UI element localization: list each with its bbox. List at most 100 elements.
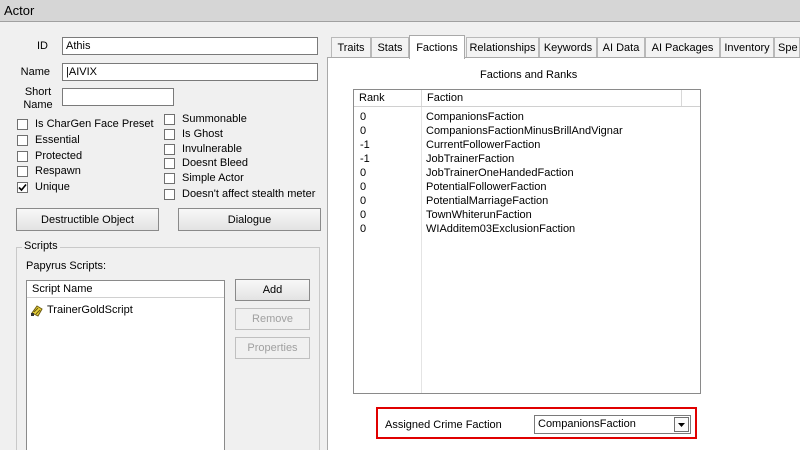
tab-factions[interactable]: Factions xyxy=(409,35,465,59)
table-row[interactable]: 0 CompanionsFaction xyxy=(354,110,700,124)
rank-cell: 0 xyxy=(360,167,367,179)
tab-inventory[interactable]: Inventory xyxy=(720,37,774,58)
rank-cell: 0 xyxy=(360,181,367,193)
checkmark-icon[interactable] xyxy=(17,182,28,193)
table-row[interactable]: -1 CurrentFollowerFaction xyxy=(354,138,700,152)
tab-strip: Traits Stats Factions Relationships Keyw… xyxy=(327,35,800,59)
tab-ai-packages[interactable]: AI Packages xyxy=(645,37,720,58)
checkbox-doesnt-bleed[interactable]: Doesnt Bleed xyxy=(164,157,324,172)
checkbox-label: Respawn xyxy=(35,165,81,177)
checkbox-protected[interactable]: Protected xyxy=(17,150,167,165)
faction-cell: CompanionsFaction xyxy=(426,111,524,123)
assigned-crime-faction-label: Assigned Crime Faction xyxy=(385,419,502,431)
destructible-object-button[interactable]: Destructible Object xyxy=(16,208,159,231)
rank-cell: -1 xyxy=(360,139,370,151)
checkbox-box[interactable] xyxy=(164,144,175,155)
checkbox-label: Essential xyxy=(35,134,80,146)
flags-left: Is CharGen Face Preset Essential Protect… xyxy=(17,118,167,198)
short-name-label: Short Name xyxy=(23,86,53,112)
factions-table[interactable]: Rank Faction 0 CompanionsFaction 0 Compa… xyxy=(353,89,701,394)
scripts-list[interactable]: Script Name TrainerGoldScript xyxy=(26,280,225,450)
window-titlebar: Actor xyxy=(0,0,800,22)
tab-stats[interactable]: Stats xyxy=(371,37,409,58)
id-field[interactable]: Athis xyxy=(62,37,318,55)
checkbox-box[interactable] xyxy=(17,151,28,162)
checkbox-simple-actor[interactable]: Simple Actor xyxy=(164,172,324,187)
properties-button[interactable]: Properties xyxy=(235,337,310,359)
tab-traits[interactable]: Traits xyxy=(331,37,371,58)
checkbox-summonable[interactable]: Summonable xyxy=(164,113,324,128)
checkbox-respawn[interactable]: Respawn xyxy=(17,165,167,180)
chevron-down-icon xyxy=(678,422,685,427)
id-label: ID xyxy=(37,40,48,52)
checkbox-invulnerable[interactable]: Invulnerable xyxy=(164,143,324,158)
table-row[interactable]: 0 PotentialMarriageFaction xyxy=(354,194,700,208)
rank-column-header[interactable]: Rank xyxy=(354,90,422,106)
rank-cell: 0 xyxy=(360,209,367,221)
rank-cell: 0 xyxy=(360,195,367,207)
checkbox-box[interactable] xyxy=(164,129,175,140)
table-row[interactable]: 0 CompanionsFactionMinusBrillAndVignar xyxy=(354,124,700,138)
scripts-group-title: Scripts xyxy=(22,240,60,252)
table-row[interactable]: 0 JobTrainerOneHandedFaction xyxy=(354,166,700,180)
short-name-label-line2: Name xyxy=(23,99,53,111)
tab-keywords[interactable]: Keywords xyxy=(539,37,597,58)
window-title: Actor xyxy=(4,3,35,18)
checkbox-essential[interactable]: Essential xyxy=(17,134,167,149)
chevron-down-icon[interactable] xyxy=(674,417,689,432)
checkbox-is-ghost[interactable]: Is Ghost xyxy=(164,128,324,143)
name-field[interactable]: |AIVIX xyxy=(62,63,318,81)
checkbox-doesnt-affect-stealth[interactable]: Doesn't affect stealth meter xyxy=(164,188,324,203)
remove-script-button[interactable]: Remove xyxy=(235,308,310,330)
rank-cell: -1 xyxy=(360,153,370,165)
faction-cell: JobTrainerOneHandedFaction xyxy=(426,167,574,179)
faction-cell: TownWhiterunFaction xyxy=(426,209,532,221)
checkbox-box[interactable] xyxy=(164,189,175,200)
table-row[interactable]: 0 PotentialFollowerFaction xyxy=(354,180,700,194)
table-row[interactable]: -1 JobTrainerFaction xyxy=(354,152,700,166)
dialogue-button[interactable]: Dialogue xyxy=(178,208,321,231)
table-row[interactable]: 0 TownWhiterunFaction xyxy=(354,208,700,222)
tab-ai-data[interactable]: AI Data xyxy=(597,37,645,58)
script-scroll-icon xyxy=(31,305,43,317)
checkbox-label: Unique xyxy=(35,181,70,193)
checkbox-box[interactable] xyxy=(17,119,28,130)
checkbox-label: Doesn't affect stealth meter xyxy=(182,188,316,200)
checkbox-unique[interactable]: Unique xyxy=(17,181,167,196)
add-script-button[interactable]: Add xyxy=(235,279,310,301)
crime-faction-dropdown[interactable]: CompanionsFaction xyxy=(534,415,691,434)
faction-cell: PotentialFollowerFaction xyxy=(426,181,547,193)
checkbox-box[interactable] xyxy=(17,166,28,177)
list-item[interactable]: TrainerGoldScript xyxy=(31,303,221,319)
rank-cell: 0 xyxy=(360,111,367,123)
faction-cell: JobTrainerFaction xyxy=(426,153,515,165)
tab-relationships[interactable]: Relationships xyxy=(466,37,539,58)
checkbox-box[interactable] xyxy=(164,114,175,125)
flags-right: Summonable Is Ghost Invulnerable Doesnt … xyxy=(164,113,324,205)
checkbox-label: Invulnerable xyxy=(182,143,242,155)
name-label: Name xyxy=(20,66,50,78)
checkbox-box[interactable] xyxy=(164,158,175,169)
tab-spells-partial[interactable]: Spe xyxy=(774,37,800,58)
faction-column-header[interactable]: Faction xyxy=(422,90,682,106)
script-name-column-header[interactable]: Script Name xyxy=(27,281,224,297)
faction-cell: WIAdditem03ExclusionFaction xyxy=(426,223,576,235)
rank-cell: 0 xyxy=(360,125,367,137)
checkbox-label: Doesnt Bleed xyxy=(182,157,249,169)
faction-cell: PotentialMarriageFaction xyxy=(426,195,549,207)
checkbox-label: Summonable xyxy=(182,113,247,125)
short-name-field[interactable] xyxy=(62,88,174,106)
checkmark-icon xyxy=(18,183,27,192)
table-row[interactable]: 0 WIAdditem03ExclusionFaction xyxy=(354,222,700,236)
checkbox-box[interactable] xyxy=(164,173,175,184)
scripts-list-header: Script Name xyxy=(27,281,224,298)
faction-cell: CurrentFollowerFaction xyxy=(426,139,541,151)
checkbox-label: Protected xyxy=(35,150,83,162)
checkbox-label: Is Ghost xyxy=(182,128,223,140)
checkbox-box[interactable] xyxy=(17,135,28,146)
crime-faction-value: CompanionsFaction xyxy=(538,418,636,430)
checkbox-is-chargen-face-preset[interactable]: Is CharGen Face Preset xyxy=(17,118,167,133)
checkbox-label: Is CharGen Face Preset xyxy=(35,118,154,130)
factions-and-ranks-title: Factions and Ranks xyxy=(480,69,578,81)
checkbox-label: Simple Actor xyxy=(182,172,244,184)
